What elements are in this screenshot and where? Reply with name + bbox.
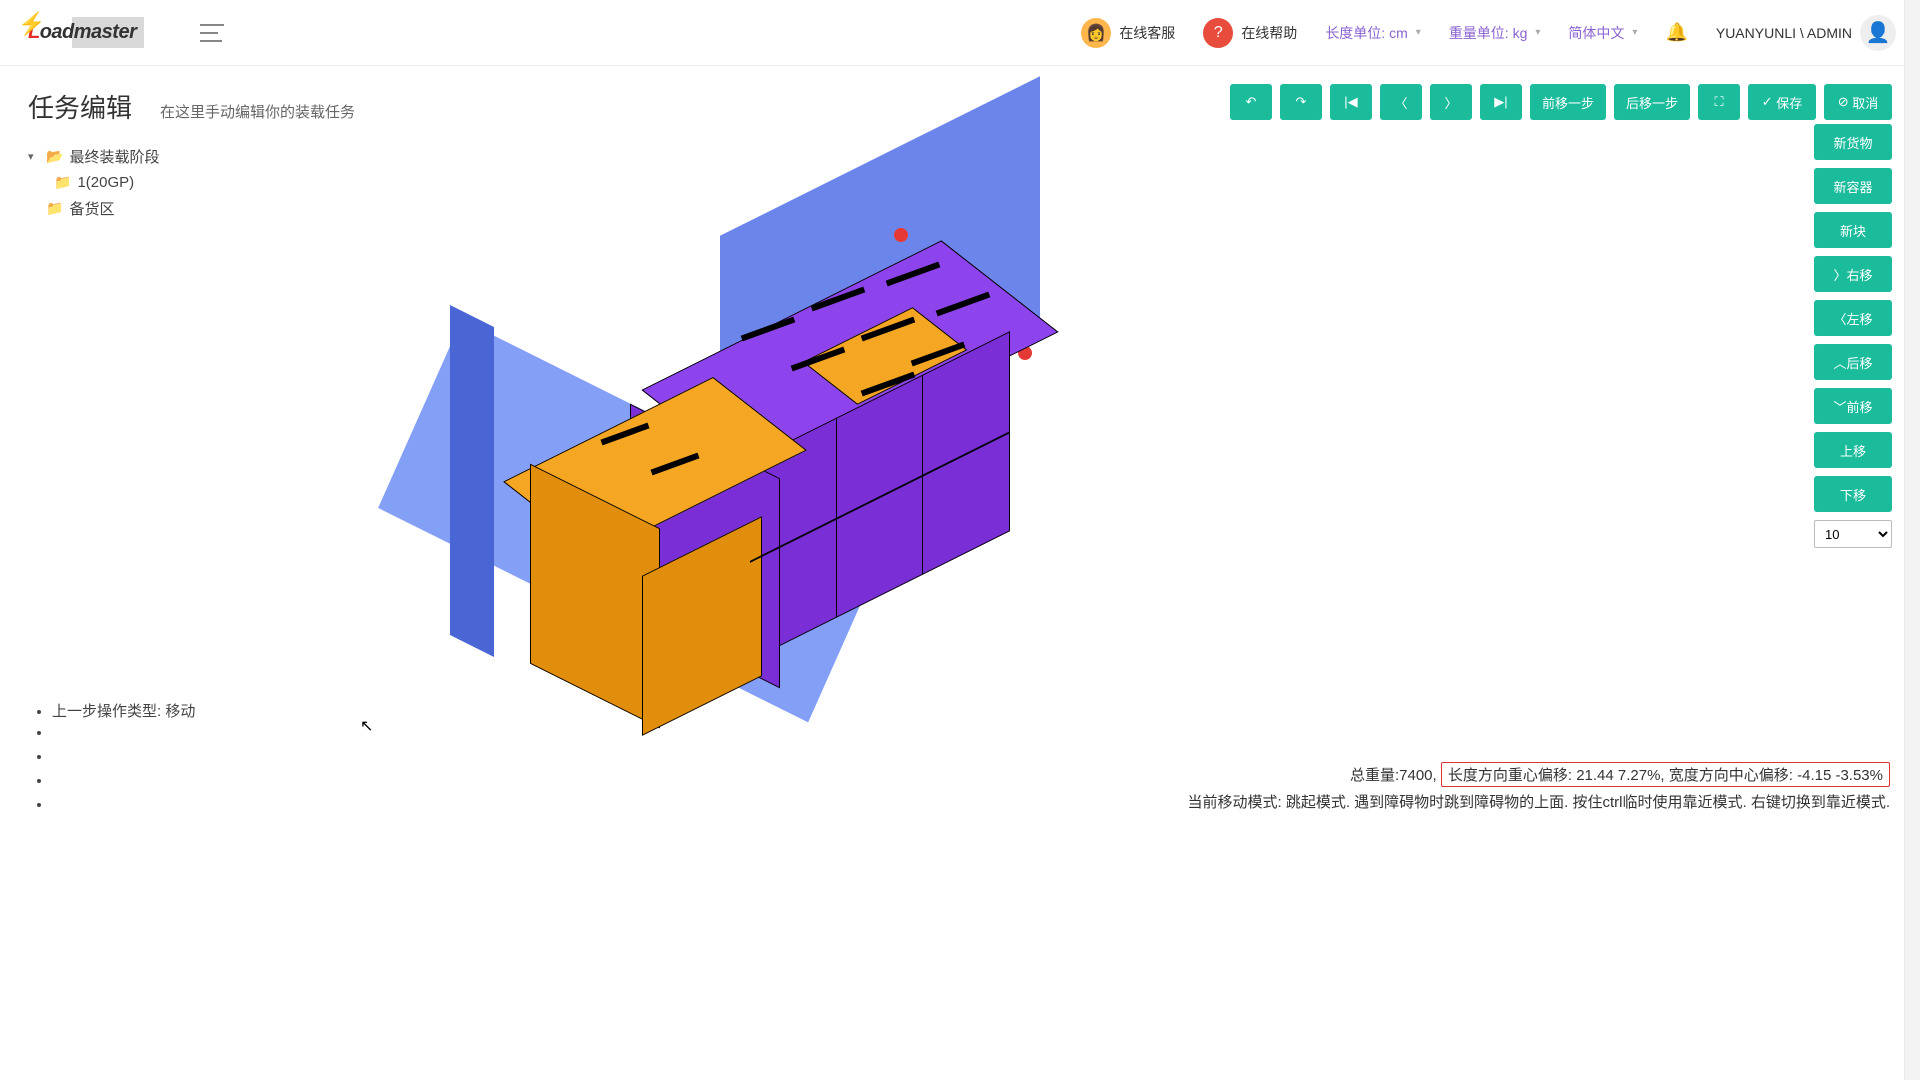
move-left-label: 左移 bbox=[1847, 309, 1873, 328]
bolt-icon: ⚡ bbox=[18, 11, 45, 37]
redo-button[interactable]: ↷ bbox=[1280, 84, 1322, 120]
chevron-down-icon: ﹀ bbox=[1833, 397, 1846, 416]
move-back-button[interactable]: ︿后移 bbox=[1814, 344, 1892, 380]
total-weight-value: 7400 bbox=[1399, 767, 1432, 784]
main-content: 任务编辑 在这里手动编辑你的装载任务 ▾ 📂 最终装载阶段 📁 1(20GP) … bbox=[0, 66, 1920, 1080]
last-step-button[interactable]: ▶| bbox=[1480, 84, 1522, 120]
chevron-left-icon: 〈 bbox=[1394, 93, 1407, 112]
notifications-icon[interactable]: 🔔 bbox=[1665, 22, 1687, 43]
customer-service-label: 在线客服 bbox=[1119, 23, 1175, 43]
help-icon: ? bbox=[1203, 18, 1233, 48]
cancel-icon: ⊘ bbox=[1838, 94, 1849, 110]
user-menu[interactable]: YUANYUNLI \ ADMIN 👤 bbox=[1716, 15, 1896, 51]
offset-highlight: 长度方向重心偏移: 21.44 7.27%, 宽度方向中心偏移: -4.15 -… bbox=[1441, 762, 1890, 787]
move-down-button[interactable]: 下移 bbox=[1814, 476, 1892, 512]
chevron-right-icon: 〉 bbox=[1444, 93, 1457, 112]
total-weight-label: 总重量: bbox=[1350, 767, 1399, 784]
page-title: 任务编辑 bbox=[28, 88, 132, 125]
language-dropdown[interactable]: 简体中文 ▾ bbox=[1568, 23, 1637, 43]
length-unit-dropdown[interactable]: 长度单位: cm ▾ bbox=[1325, 23, 1420, 43]
log-entry-empty bbox=[52, 724, 195, 748]
log-entry: 上一步操作类型: 移动 bbox=[52, 700, 195, 724]
move-mode-hint: 当前移动模式: 跳起模式. 遇到障碍物时跳到障碍物的上面. 按住ctrl临时使用… bbox=[1187, 791, 1890, 812]
move-step-backward-button[interactable]: 后移一步 bbox=[1614, 84, 1690, 120]
chevron-down-icon: ▾ bbox=[1632, 27, 1637, 38]
undo-icon: ↶ bbox=[1246, 94, 1257, 110]
new-block-button[interactable]: 新块 bbox=[1814, 212, 1892, 248]
mouse-cursor-icon: ↖ bbox=[360, 716, 373, 736]
redo-icon: ↷ bbox=[1296, 94, 1307, 110]
chevron-up-icon: ︿ bbox=[1833, 353, 1846, 372]
folder-icon: 📁 bbox=[46, 200, 63, 217]
page-subtitle: 在这里手动编辑你的装载任务 bbox=[160, 101, 355, 122]
tree-root-label: 最终装载阶段 bbox=[69, 146, 159, 167]
logo[interactable]: ⚡ Loadmaster bbox=[24, 15, 160, 51]
app-header: ⚡ Loadmaster 👩 在线客服 ? 在线帮助 长度单位: cm ▾ 重量… bbox=[0, 0, 1920, 66]
tree-item-label: 备货区 bbox=[69, 198, 114, 219]
move-right-label: 右移 bbox=[1847, 265, 1873, 284]
cancel-button[interactable]: ⊘ 取消 bbox=[1824, 84, 1892, 120]
skip-end-icon: ▶| bbox=[1494, 94, 1507, 110]
customer-service-link[interactable]: 👩 在线客服 bbox=[1081, 18, 1175, 48]
3d-viewport[interactable] bbox=[420, 196, 1060, 736]
log-entry-empty bbox=[52, 796, 195, 820]
chevron-down-icon: ▾ bbox=[1416, 27, 1421, 38]
tree-item-label: 1(20GP) bbox=[77, 174, 134, 191]
save-button[interactable]: ✓ 保存 bbox=[1748, 84, 1816, 120]
chevron-right-icon: 〉 bbox=[1833, 265, 1846, 284]
online-help-label: 在线帮助 bbox=[1241, 23, 1297, 43]
new-container-button[interactable]: 新容器 bbox=[1814, 168, 1892, 204]
move-step-forward-button[interactable]: 前移一步 bbox=[1530, 84, 1606, 120]
status-panel: 总重量:7400, 长度方向重心偏移: 21.44 7.27%, 宽度方向中心偏… bbox=[1187, 762, 1890, 812]
new-cargo-button[interactable]: 新货物 bbox=[1814, 124, 1892, 160]
username-label: YUANYUNLI \ ADMIN bbox=[1716, 25, 1852, 41]
menu-toggle-icon[interactable] bbox=[200, 24, 224, 42]
user-avatar-icon: 👤 bbox=[1860, 15, 1896, 51]
operation-log: 上一步操作类型: 移动 bbox=[34, 700, 195, 820]
support-avatar-icon: 👩 bbox=[1081, 18, 1111, 48]
move-back-label: 后移 bbox=[1847, 353, 1873, 372]
expand-icon: ⛶ bbox=[1714, 94, 1723, 110]
length-unit-label: 长度单位: cm bbox=[1325, 23, 1407, 43]
language-label: 简体中文 bbox=[1568, 23, 1624, 43]
log-entry-empty bbox=[52, 748, 195, 772]
weight-unit-label: 重量单位: kg bbox=[1449, 23, 1528, 43]
next-step-button[interactable]: 〉 bbox=[1430, 84, 1472, 120]
logo-text: oadmaster bbox=[40, 21, 137, 43]
folder-icon: 📁 bbox=[54, 174, 71, 191]
prev-step-button[interactable]: 〈 bbox=[1380, 84, 1422, 120]
save-label: 保存 bbox=[1776, 93, 1802, 112]
chevron-down-icon: ▾ bbox=[1535, 27, 1540, 38]
folder-open-icon: 📂 bbox=[46, 148, 63, 165]
chevron-left-icon: 〈 bbox=[1833, 309, 1846, 328]
log-entry-empty bbox=[52, 772, 195, 796]
step-size-select[interactable]: 10 bbox=[1814, 520, 1892, 548]
check-icon: ✓ bbox=[1762, 94, 1773, 110]
move-right-button[interactable]: 〉右移 bbox=[1814, 256, 1892, 292]
move-up-button[interactable]: 上移 bbox=[1814, 432, 1892, 468]
editor-toolbar: ↶ ↷ |◀ 〈 〉 ▶| 前移一步 后移一步 ⛶ ✓ 保存 ⊘ 取消 bbox=[1230, 84, 1892, 120]
skip-start-icon: |◀ bbox=[1344, 94, 1357, 110]
fullscreen-button[interactable]: ⛶ bbox=[1698, 84, 1740, 120]
online-help-link[interactable]: ? 在线帮助 bbox=[1203, 18, 1297, 48]
move-front-label: 前移 bbox=[1847, 397, 1873, 416]
cancel-label: 取消 bbox=[1852, 93, 1878, 112]
move-front-button[interactable]: ﹀前移 bbox=[1814, 388, 1892, 424]
move-left-button[interactable]: 〈左移 bbox=[1814, 300, 1892, 336]
undo-button[interactable]: ↶ bbox=[1230, 84, 1272, 120]
weight-unit-dropdown[interactable]: 重量单位: kg ▾ bbox=[1449, 23, 1541, 43]
side-actions: 新货物 新容器 新块 〉右移 〈左移 ︿后移 ﹀前移 上移 下移 10 bbox=[1814, 124, 1892, 548]
caret-down-icon: ▾ bbox=[28, 150, 40, 163]
first-step-button[interactable]: |◀ bbox=[1330, 84, 1372, 120]
